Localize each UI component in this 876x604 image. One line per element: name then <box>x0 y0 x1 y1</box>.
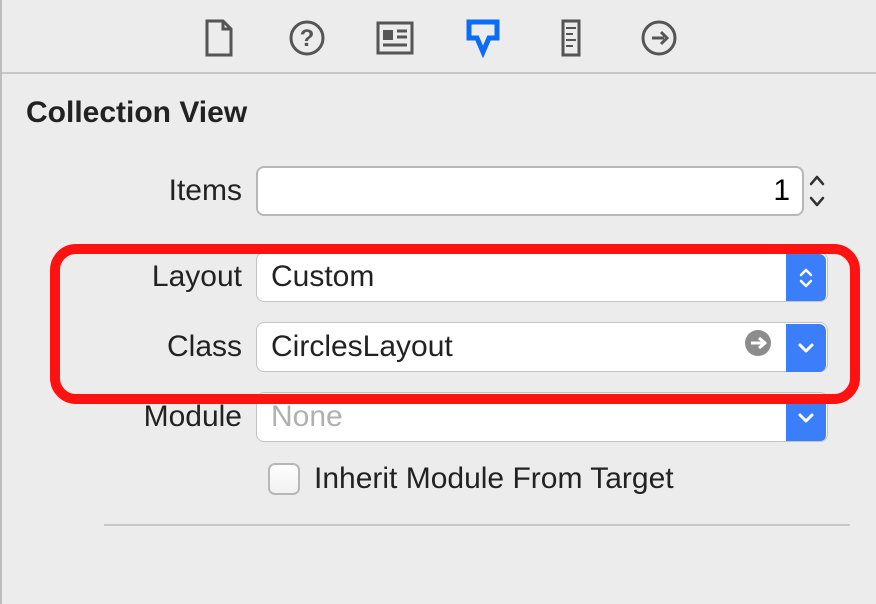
class-field-wrap: CirclesLayout <box>256 322 828 372</box>
class-row: Class CirclesLayout <box>2 312 876 382</box>
layout-value: Custom <box>271 260 374 294</box>
layout-label: Layout <box>2 260 256 294</box>
inherit-row: Inherit Module From Target <box>268 452 876 506</box>
help-inspector-icon[interactable]: ? <box>287 18 327 58</box>
items-stepper <box>806 166 828 216</box>
inherit-label: Inherit Module From Target <box>314 462 674 496</box>
module-input[interactable]: None <box>256 392 828 442</box>
class-value: CirclesLayout <box>271 330 453 364</box>
inherit-checkbox[interactable] <box>268 463 300 495</box>
class-input[interactable]: CirclesLayout <box>256 322 828 372</box>
size-inspector-icon[interactable] <box>551 18 591 58</box>
class-dropdown-button[interactable] <box>786 324 826 372</box>
items-stepper-up[interactable] <box>807 169 827 191</box>
module-row: Module None <box>2 382 876 452</box>
inspector-toolbar: ? <box>2 0 876 74</box>
module-field-wrap: None <box>256 392 828 442</box>
form-rows: Items Layout Custom <box>2 138 876 526</box>
svg-text:?: ? <box>300 25 315 52</box>
layout-field-wrap: Custom <box>256 252 828 302</box>
items-input[interactable] <box>256 166 804 216</box>
layout-row: Layout Custom <box>2 242 876 312</box>
identity-inspector-icon[interactable] <box>375 18 415 58</box>
class-jump-arrow-icon[interactable] <box>743 328 773 366</box>
section-title: Collection View <box>2 74 876 138</box>
inspector-panel: ? <box>0 0 876 604</box>
layout-popup-caret-icon <box>786 254 826 302</box>
module-dropdown-button[interactable] <box>786 394 826 442</box>
class-label: Class <box>2 330 256 364</box>
items-row: Items <box>2 156 876 226</box>
items-field-wrap <box>256 166 828 216</box>
file-inspector-icon[interactable] <box>199 18 239 58</box>
divider <box>104 524 850 526</box>
attributes-inspector-icon[interactable] <box>463 18 503 58</box>
module-label: Module <box>2 400 256 434</box>
items-stepper-down[interactable] <box>807 191 827 213</box>
module-placeholder: None <box>271 400 343 434</box>
connections-inspector-icon[interactable] <box>639 18 679 58</box>
items-label: Items <box>2 174 256 208</box>
layout-popup[interactable]: Custom <box>256 252 828 302</box>
